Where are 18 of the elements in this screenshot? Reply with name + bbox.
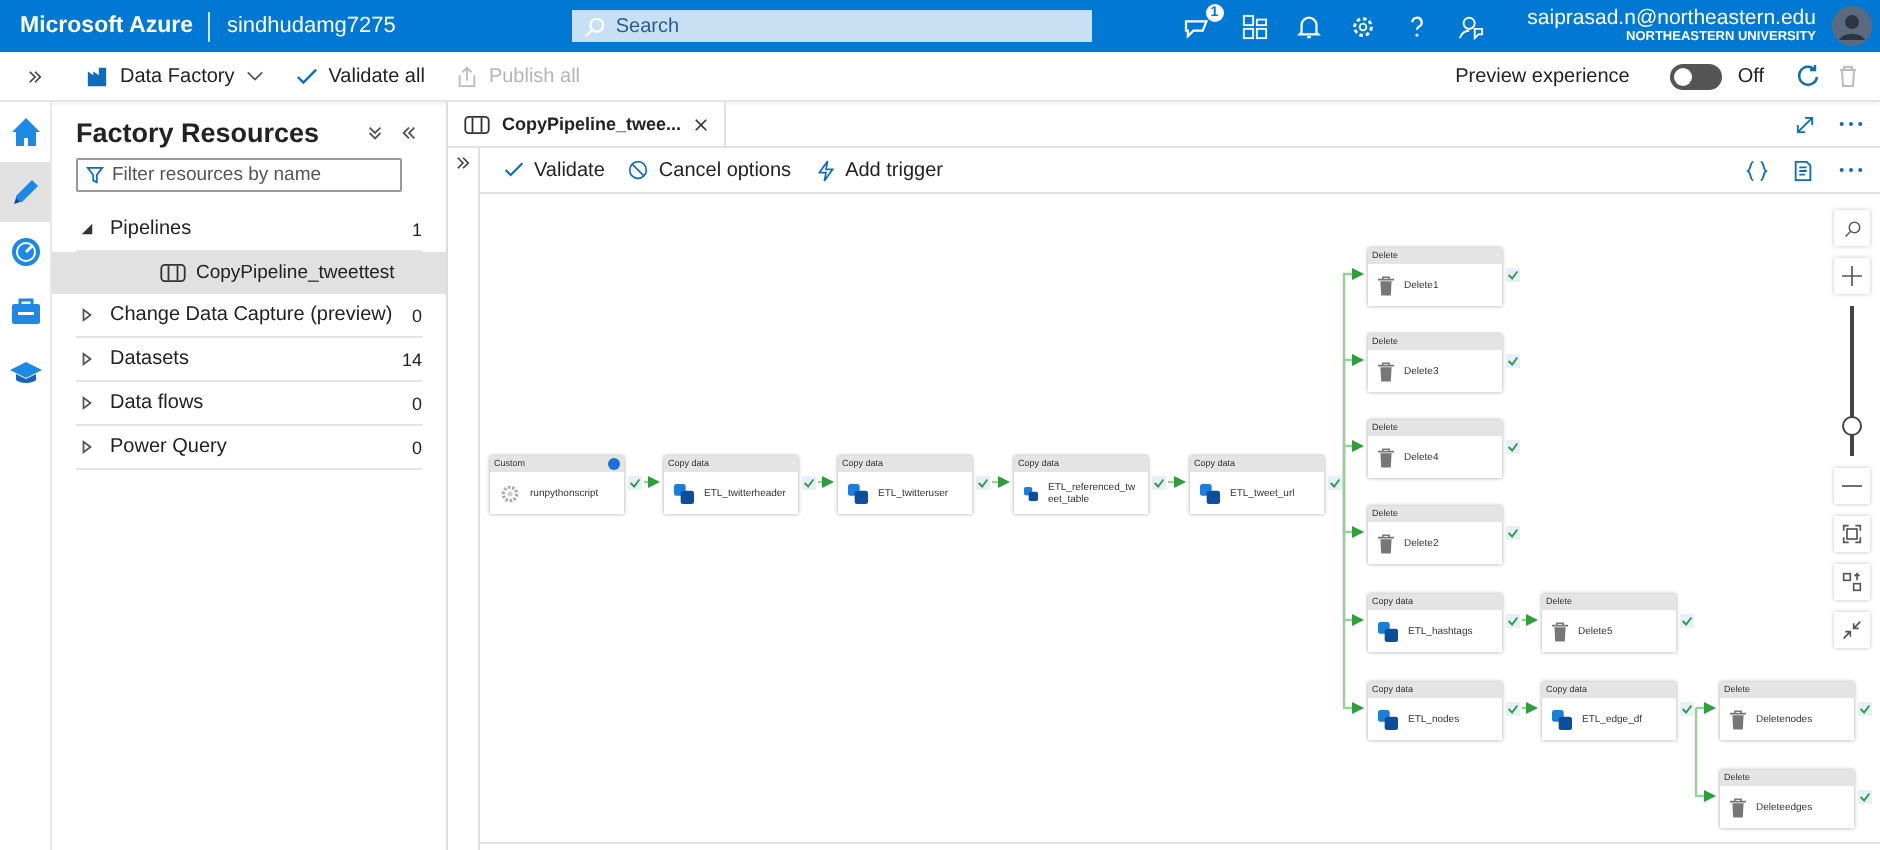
user-email[interactable]: saiprasad.n@northeastern.edu xyxy=(1527,7,1816,31)
command-button[interactable]: Add trigger xyxy=(815,159,943,181)
command-button[interactable]: Cancel options xyxy=(628,159,792,181)
command-button[interactable]: Validate xyxy=(504,159,605,181)
directory-name[interactable]: sindhudamg7275 xyxy=(226,14,396,38)
tree-item[interactable]: Datasets 14 xyxy=(76,338,422,382)
tree-item[interactable]: Change Data Capture (preview) 0 xyxy=(76,294,422,338)
brand-title[interactable]: Microsoft Azure xyxy=(20,14,193,38)
preview-label: Preview experience xyxy=(1455,65,1630,87)
panel-title: Factory Resources xyxy=(76,117,322,147)
pipeline-item[interactable]: CopyPipeline_tweettest xyxy=(52,252,446,294)
toolbar-button[interactable]: Validate all xyxy=(288,61,433,91)
toggle-state: Off xyxy=(1737,65,1764,87)
tree-item[interactable]: Power Query 0 xyxy=(76,426,422,470)
filter-field[interactable]: Filter resources by name xyxy=(76,158,402,192)
search-field[interactable]: Search xyxy=(571,10,1092,42)
factory-dropdown[interactable]: Data Factory xyxy=(78,61,273,91)
tree-item[interactable]: Data flows 0 xyxy=(76,382,422,426)
